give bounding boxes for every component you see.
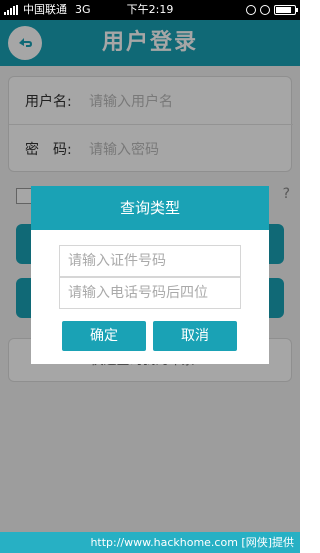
query-type-dialog: 查询类型 请输入证件号码 请输入电话号码后四位 确定 取消 <box>31 186 269 364</box>
battery-level <box>276 7 291 13</box>
phone-last4-input[interactable]: 请输入电话号码后四位 <box>59 277 241 309</box>
watermark-bar: http://www.hackhome.com [网侠]提供 <box>0 532 300 553</box>
id-number-input[interactable]: 请输入证件号码 <box>59 245 241 277</box>
confirm-button[interactable]: 确定 <box>62 321 146 351</box>
battery-icon <box>274 5 298 15</box>
cancel-button[interactable]: 取消 <box>153 321 237 351</box>
alarm-icon <box>246 5 256 15</box>
dialog-title: 查询类型 <box>31 186 269 230</box>
status-bar: 中国联通 3G 下午2:19 <box>0 0 300 20</box>
rotation-lock-icon <box>260 5 270 15</box>
